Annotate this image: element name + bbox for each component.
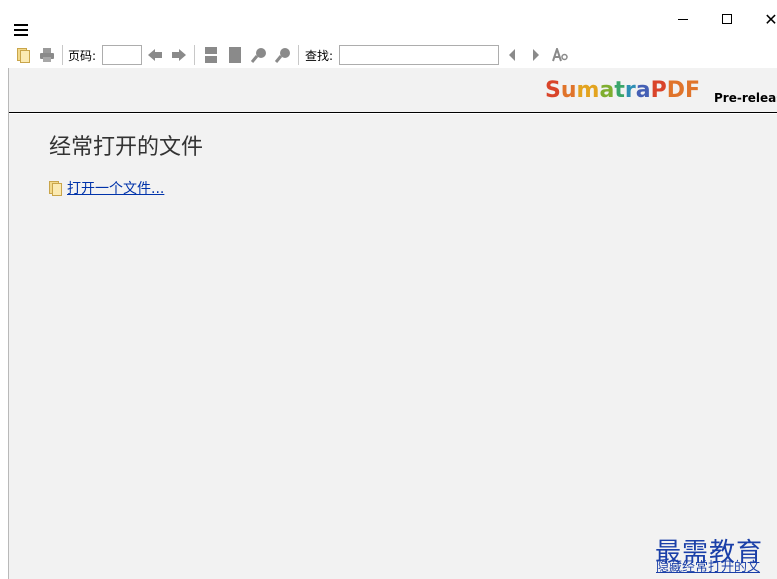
hamburger-menu-icon[interactable] [14, 24, 28, 36]
logo-letter: u [560, 78, 577, 103]
minimize-icon [678, 18, 688, 20]
hide-frequently-read-link[interactable]: 隐藏经常打开的文 [656, 556, 760, 575]
open-file-row[interactable]: 打开一个文件... [49, 178, 164, 198]
logo-letter: S [545, 78, 561, 103]
left-arrow-icon[interactable] [146, 46, 164, 64]
find-previous-icon[interactable] [505, 46, 519, 64]
pre-release-label: Pre-releas [714, 91, 777, 105]
toolbar-divider [298, 45, 299, 65]
sumatrapdf-window: ✕ 页码: 查找: SumatraPDF Pre-releas 经常打开的文件 … [0, 0, 777, 579]
continuous-view-icon[interactable] [202, 46, 220, 64]
zoom-out-icon[interactable] [250, 46, 268, 64]
maximize-icon [722, 14, 732, 24]
minimize-button[interactable] [660, 6, 706, 32]
find-input[interactable] [339, 45, 499, 65]
find-next-icon[interactable] [529, 46, 543, 64]
open-folder-icon[interactable] [14, 46, 32, 64]
find-label: 查找: [305, 49, 334, 63]
close-icon: ✕ [764, 9, 777, 29]
toolbar: 页码: 查找: [0, 42, 777, 68]
start-page: 经常打开的文件 打开一个文件... 最需教育 隐藏经常打开的文 [9, 114, 777, 579]
printer-icon[interactable] [38, 46, 56, 64]
title-bar: ✕ [0, 0, 777, 40]
logo-letter: t [614, 78, 625, 103]
page-label: 页码: [68, 49, 97, 63]
toolbar-divider [62, 45, 63, 65]
sumatrapdf-logo: SumatraPDF [545, 78, 700, 103]
logo-letter: a [635, 78, 651, 103]
logo-letter: F [684, 78, 700, 103]
logo-letter: r [624, 78, 636, 103]
open-document-icon [49, 180, 62, 196]
page-number-input[interactable] [102, 45, 142, 65]
right-arrow-icon[interactable] [170, 46, 188, 64]
open-file-link[interactable]: 打开一个文件... [67, 178, 164, 198]
logo-letter: P [650, 78, 667, 103]
single-page-icon[interactable] [226, 46, 244, 64]
logo-letter: m [576, 78, 600, 103]
match-case-icon[interactable] [551, 46, 569, 64]
maximize-button[interactable] [704, 6, 750, 32]
zoom-in-icon[interactable] [274, 46, 292, 64]
logo-letter: D [666, 78, 685, 103]
frequently-read-title: 经常打开的文件 [49, 135, 204, 160]
close-button[interactable]: ✕ [748, 6, 777, 32]
logo-letter: a [599, 78, 615, 103]
toolbar-divider [194, 45, 195, 65]
logo-header: SumatraPDF Pre-releas [9, 68, 777, 113]
